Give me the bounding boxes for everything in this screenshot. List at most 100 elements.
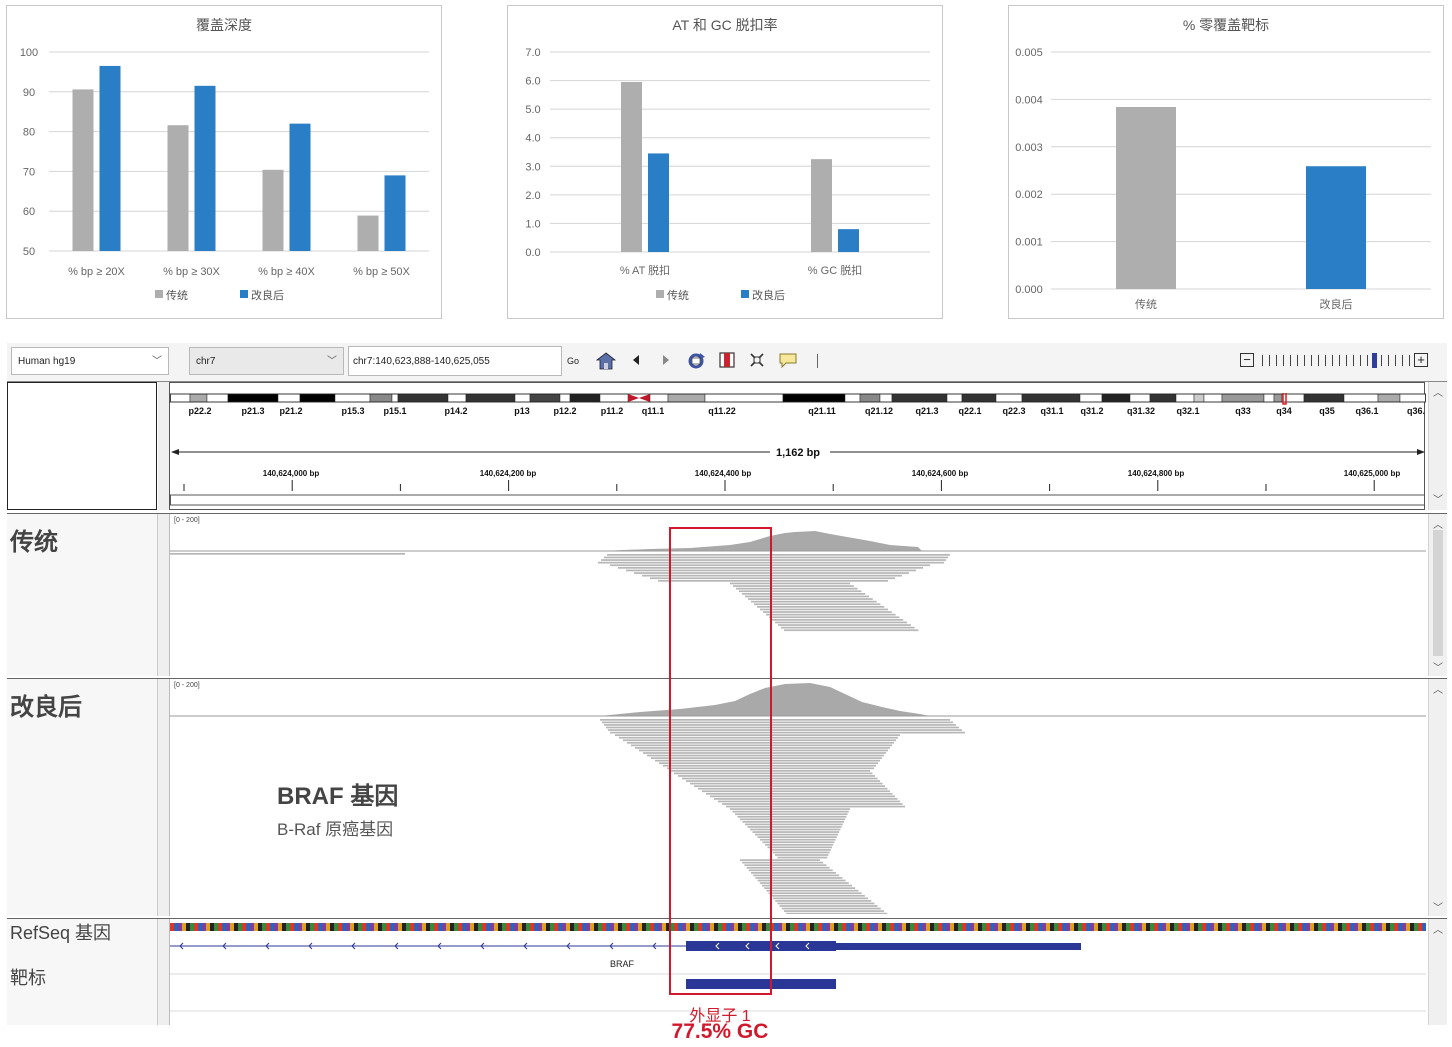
sequence-base xyxy=(1142,923,1146,931)
conventional-scrollbar[interactable]: ︿ ﹀ xyxy=(1428,514,1447,676)
sequence-base xyxy=(174,923,178,931)
cytoband-label: p14.2 xyxy=(444,406,467,416)
feature-data-panel[interactable]: BRAF xyxy=(169,919,1426,1025)
improved-alignment-data[interactable]: [0 - 200] BRAF 基因 B-Raf 原癌基因 xyxy=(169,679,1426,916)
position-label: 140,624,000 bp xyxy=(263,469,320,478)
go-button[interactable]: Go xyxy=(560,346,586,376)
sequence-base xyxy=(986,923,990,931)
scroll-up-icon[interactable]: ︿ xyxy=(1429,516,1447,531)
zoom-tick[interactable] xyxy=(1297,355,1298,366)
zoom-tick[interactable] xyxy=(1318,355,1319,366)
zoom-tick[interactable] xyxy=(1332,355,1333,366)
read xyxy=(608,729,962,731)
sequence-base xyxy=(1354,923,1358,931)
zoom-tick[interactable] xyxy=(1283,355,1284,366)
locus-input[interactable]: chr7:140,623,888-140,625,055 xyxy=(348,346,562,376)
zoom-tick[interactable] xyxy=(1388,355,1389,366)
sequence-base xyxy=(1278,923,1282,931)
ruler-scrollbar[interactable]: ︿ ﹀ xyxy=(1428,382,1447,510)
zoom-tick[interactable] xyxy=(1367,355,1368,366)
sequence-base xyxy=(978,923,982,931)
sequence-base xyxy=(638,923,642,931)
chart-title: % 零覆盖靶标 xyxy=(1183,17,1269,33)
sequence-base xyxy=(450,923,454,931)
refresh-icon[interactable] xyxy=(685,352,707,374)
zoom-tick[interactable] xyxy=(1381,355,1382,366)
zoom-widget[interactable]: − + xyxy=(1240,353,1436,369)
fit-icon[interactable] xyxy=(747,352,767,372)
legend-swatch xyxy=(741,290,749,298)
zoom-tick[interactable] xyxy=(1409,355,1410,366)
region-icon[interactable] xyxy=(717,352,737,372)
y-tick-label: 4.0 xyxy=(525,133,540,145)
scroll-down-icon[interactable]: ﹀ xyxy=(1429,659,1447,674)
sequence-base xyxy=(274,923,278,931)
zoom-tick[interactable] xyxy=(1304,355,1305,366)
sequence-base xyxy=(1270,923,1274,931)
coverage-depth-chart-svg: 覆盖深度 50 60 70 80 90 100 % bp ≥ 20X % bp ≥ 30X % b… xyxy=(20,17,429,302)
zoom-tick[interactable] xyxy=(1395,355,1396,366)
zoom-tick[interactable] xyxy=(1290,355,1291,366)
conventional-alignment-data[interactable]: [0 - 200] xyxy=(169,514,1426,676)
sequence-base xyxy=(1202,923,1206,931)
zoom-tick[interactable] xyxy=(1353,355,1354,366)
zoom-slider[interactable] xyxy=(1260,353,1412,369)
scroll-down-icon[interactable]: ﹀ xyxy=(1429,491,1447,506)
improved-scrollbar[interactable]: ︿ ﹀ xyxy=(1428,679,1447,916)
scroll-down-icon[interactable]: ﹀ xyxy=(1429,899,1447,914)
zoom-tick[interactable] xyxy=(1339,355,1340,366)
forward-icon[interactable] xyxy=(659,352,673,370)
popup-text-icon[interactable] xyxy=(777,352,799,372)
home-icon[interactable] xyxy=(595,352,617,374)
sequence-base xyxy=(1166,923,1170,931)
zero-coverage-chart-svg: % 零覆盖靶标 0.000 0.001 0.002 0.003 0.004 0.005 传统 改… xyxy=(1015,17,1431,311)
sequence-base xyxy=(1186,923,1190,931)
cytoband xyxy=(946,393,963,403)
scroll-thumb[interactable] xyxy=(1433,530,1443,656)
back-icon[interactable] xyxy=(629,352,643,370)
zoom-tick[interactable] xyxy=(1372,353,1377,368)
read xyxy=(170,553,405,555)
chromosome-select[interactable]: chr7 ﹀ xyxy=(189,347,344,375)
zoom-tick[interactable] xyxy=(1325,355,1326,366)
zoom-tick[interactable] xyxy=(1402,355,1403,366)
bar-改良后 xyxy=(648,153,669,252)
sequence-base xyxy=(394,923,398,931)
zoom-tick[interactable] xyxy=(1311,355,1312,366)
sequence-base xyxy=(226,923,230,931)
scroll-up-icon[interactable]: ︿ xyxy=(1429,681,1447,696)
zoom-tick[interactable] xyxy=(1346,355,1347,366)
feature-scrollbar[interactable]: ︿ xyxy=(1428,919,1447,1025)
sequence-base xyxy=(1034,923,1038,931)
cytoband xyxy=(227,393,279,403)
sequence-base xyxy=(410,923,414,931)
cytoband xyxy=(782,393,846,403)
scroll-up-icon[interactable]: ︿ xyxy=(1429,384,1447,399)
zoom-tick[interactable] xyxy=(1269,355,1270,366)
sequence-base xyxy=(1190,923,1194,931)
cytoband xyxy=(1021,393,1081,403)
sequence-base xyxy=(454,923,458,931)
cytoband-label: p12.2 xyxy=(553,406,576,416)
cytoband-label: q21.11 xyxy=(808,406,836,416)
coverage-depth-chart: 覆盖深度 50 60 70 80 90 100 % bp ≥ 20X % bp ≥ 30X % b… xyxy=(6,5,442,319)
position-label: 140,625,000 bp xyxy=(1344,469,1401,478)
sequence-base xyxy=(998,923,1002,931)
zoom-tick[interactable] xyxy=(1360,355,1361,366)
sequence-base xyxy=(1198,923,1202,931)
zoom-in-icon[interactable]: + xyxy=(1414,353,1428,367)
read xyxy=(775,621,907,624)
sequence-base xyxy=(934,923,938,931)
zoom-tick[interactable] xyxy=(1262,355,1263,366)
read xyxy=(604,724,956,726)
sequence-base xyxy=(530,923,534,931)
sequence-base xyxy=(1334,923,1338,931)
sequence-base xyxy=(1222,923,1226,931)
sequence-base xyxy=(1206,923,1210,931)
chromosome-ideogram[interactable]: p22.2 p21.3 p21.2 p15.3 p15.1 p14.2 p13 p12.2 p1… xyxy=(170,393,1426,429)
zoom-tick[interactable] xyxy=(1276,355,1277,366)
sequence-base xyxy=(614,923,618,931)
genome-select[interactable]: Human hg19 ﹀ xyxy=(11,347,169,375)
zoom-out-icon[interactable]: − xyxy=(1240,353,1254,367)
scroll-up-icon[interactable]: ︿ xyxy=(1429,921,1447,936)
